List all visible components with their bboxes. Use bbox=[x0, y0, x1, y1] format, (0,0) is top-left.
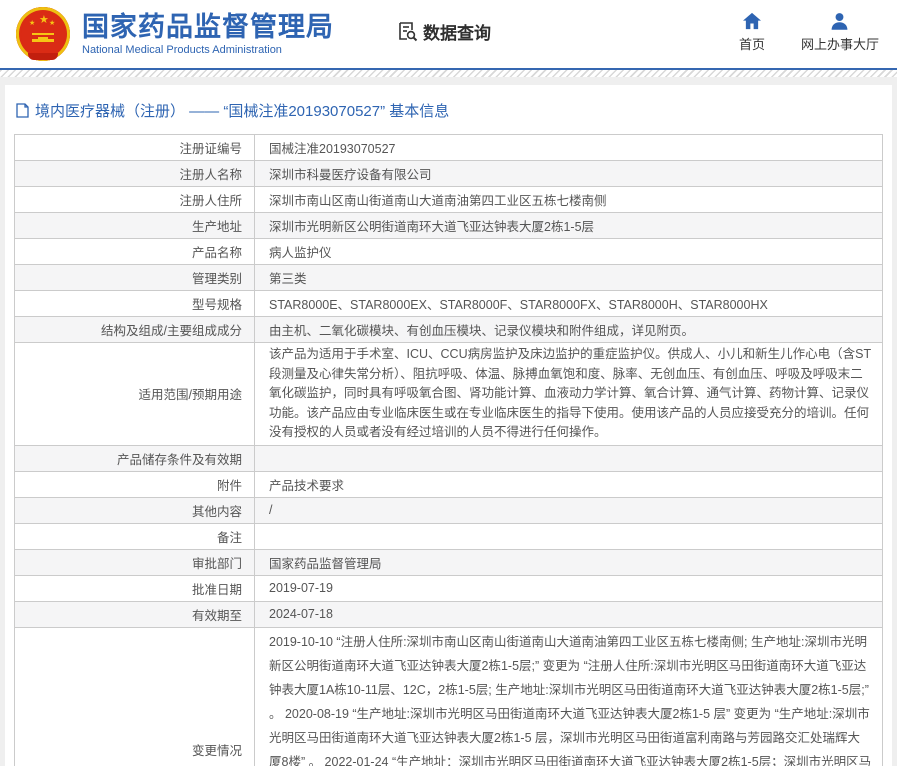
org-name-zh: 国家药品监督管理局 bbox=[82, 12, 334, 43]
field-value bbox=[255, 524, 882, 549]
field-label: 注册人住所 bbox=[15, 187, 255, 212]
nav-home-label: 首页 bbox=[739, 34, 765, 53]
field-value: 产品技术要求 bbox=[255, 472, 882, 497]
site-header: ★ ★ ★ 国家药品监督管理局 National Medical Product… bbox=[0, 0, 897, 68]
field-label: 附件 bbox=[15, 472, 255, 497]
emblem-ribbon-shape bbox=[28, 53, 58, 60]
field-label: 产品储存条件及有效期 bbox=[15, 446, 255, 471]
row-model-spec: 型号规格 STAR8000E、STAR8000EX、STAR8000F、STAR… bbox=[15, 290, 882, 316]
field-value: 2019-07-19 bbox=[255, 576, 882, 601]
field-value: 国家药品监督管理局 bbox=[255, 550, 882, 575]
row-registrant-name: 注册人名称 深圳市科曼医疗设备有限公司 bbox=[15, 160, 882, 186]
page-title-text: 境内医疗器械（注册） —— “国械注准20193070527” 基本信息 bbox=[35, 100, 449, 121]
field-value: 2019-10-10 “注册人住所:深圳市南山区南山街道南山大道南油第四工业区五… bbox=[255, 628, 882, 766]
row-remarks: 备注 bbox=[15, 523, 882, 549]
document-search-icon bbox=[396, 20, 418, 42]
emblem-star-icon: ★ bbox=[29, 20, 35, 27]
row-production-address: 生产地址 深圳市光明新区公明街道南环大道飞亚达钟表大厦2栋1-5层 bbox=[15, 212, 882, 238]
field-label: 结构及组成/主要组成成分 bbox=[15, 317, 255, 342]
field-value: / bbox=[255, 498, 882, 523]
field-label: 批准日期 bbox=[15, 576, 255, 601]
row-other-content: 其他内容 / bbox=[15, 497, 882, 523]
person-icon bbox=[830, 12, 849, 30]
field-value: 病人监护仪 bbox=[255, 239, 882, 264]
home-icon bbox=[742, 12, 762, 30]
field-value: 第三类 bbox=[255, 265, 882, 290]
field-value: 深圳市南山区南山街道南山大道南油第四工业区五栋七楼南侧 bbox=[255, 187, 882, 212]
field-label: 注册人名称 bbox=[15, 161, 255, 186]
field-value: 深圳市科曼医疗设备有限公司 bbox=[255, 161, 882, 186]
emblem-gate-shape bbox=[32, 33, 54, 42]
field-value: STAR8000E、STAR8000EX、STAR8000F、STAR8000F… bbox=[255, 291, 882, 316]
data-query-label: 数据查询 bbox=[423, 19, 491, 44]
emblem-star-icon: ★ bbox=[39, 15, 49, 26]
row-change-history: 变更情况 2019-10-10 “注册人住所:深圳市南山区南山街道南山大道南油第… bbox=[15, 627, 882, 766]
nav-service-hall[interactable]: 网上办事大厅 bbox=[801, 12, 879, 53]
row-management-class: 管理类别 第三类 bbox=[15, 264, 882, 290]
field-value: 2024-07-18 bbox=[255, 602, 882, 627]
row-cert-number: 注册证编号 国械注准20193070527 bbox=[15, 135, 882, 160]
nav-home[interactable]: 首页 bbox=[739, 12, 765, 53]
field-label: 管理类别 bbox=[15, 265, 255, 290]
page-content: 境内医疗器械（注册） —— “国械注准20193070527” 基本信息 注册证… bbox=[0, 77, 897, 766]
org-name-en: National Medical Products Administration bbox=[82, 44, 334, 56]
data-query-section[interactable]: 数据查询 bbox=[396, 19, 491, 44]
row-registrant-address: 注册人住所 深圳市南山区南山街道南山大道南油第四工业区五栋七楼南侧 bbox=[15, 186, 882, 212]
content-card: 境内医疗器械（注册） —— “国械注准20193070527” 基本信息 注册证… bbox=[5, 85, 892, 766]
field-label: 型号规格 bbox=[15, 291, 255, 316]
row-product-name: 产品名称 病人监护仪 bbox=[15, 238, 882, 264]
header-nav: 首页 网上办事大厅 bbox=[739, 12, 879, 53]
field-label: 审批部门 bbox=[15, 550, 255, 575]
field-label: 其他内容 bbox=[15, 498, 255, 523]
row-storage-conditions: 产品储存条件及有效期 bbox=[15, 445, 882, 471]
nav-service-hall-label: 网上办事大厅 bbox=[801, 34, 879, 53]
detail-table: 注册证编号 国械注准20193070527 注册人名称 深圳市科曼医疗设备有限公… bbox=[14, 134, 883, 766]
national-emblem-icon: ★ ★ ★ bbox=[16, 7, 70, 61]
field-label: 产品名称 bbox=[15, 239, 255, 264]
field-label: 有效期至 bbox=[15, 602, 255, 627]
field-value bbox=[255, 446, 882, 471]
hatch-stripe-band bbox=[0, 70, 897, 77]
field-label: 适用范围/预期用途 bbox=[15, 343, 255, 445]
org-title-block: 国家药品监督管理局 National Medical Products Admi… bbox=[82, 12, 334, 56]
field-label: 注册证编号 bbox=[15, 135, 255, 160]
field-value: 国械注准20193070527 bbox=[255, 135, 882, 160]
field-label: 备注 bbox=[15, 524, 255, 549]
row-attachment: 附件 产品技术要求 bbox=[15, 471, 882, 497]
row-approval-date: 批准日期 2019-07-19 bbox=[15, 575, 882, 601]
field-value: 该产品为适用于手术室、ICU、CCU病房监护及床边监护的重症监护仪。供成人、小儿… bbox=[255, 343, 882, 445]
row-expiry-date: 有效期至 2024-07-18 bbox=[15, 601, 882, 627]
field-label: 生产地址 bbox=[15, 213, 255, 238]
row-approval-department: 审批部门 国家药品监督管理局 bbox=[15, 549, 882, 575]
field-label: 变更情况 bbox=[15, 628, 255, 766]
row-composition: 结构及组成/主要组成成分 由主机、二氧化碳模块、有创血压模块、记录仪模块和附件组… bbox=[15, 316, 882, 342]
emblem-star-icon: ★ bbox=[49, 20, 55, 27]
field-value: 深圳市光明新区公明街道南环大道飞亚达钟表大厦2栋1-5层 bbox=[255, 213, 882, 238]
field-value: 由主机、二氧化碳模块、有创血压模块、记录仪模块和附件组成，详见附页。 bbox=[255, 317, 882, 342]
document-icon bbox=[16, 103, 29, 118]
row-intended-use: 适用范围/预期用途 该产品为适用于手术室、ICU、CCU病房监护及床边监护的重症… bbox=[15, 342, 882, 445]
page-title: 境内医疗器械（注册） —— “国械注准20193070527” 基本信息 bbox=[14, 94, 883, 134]
